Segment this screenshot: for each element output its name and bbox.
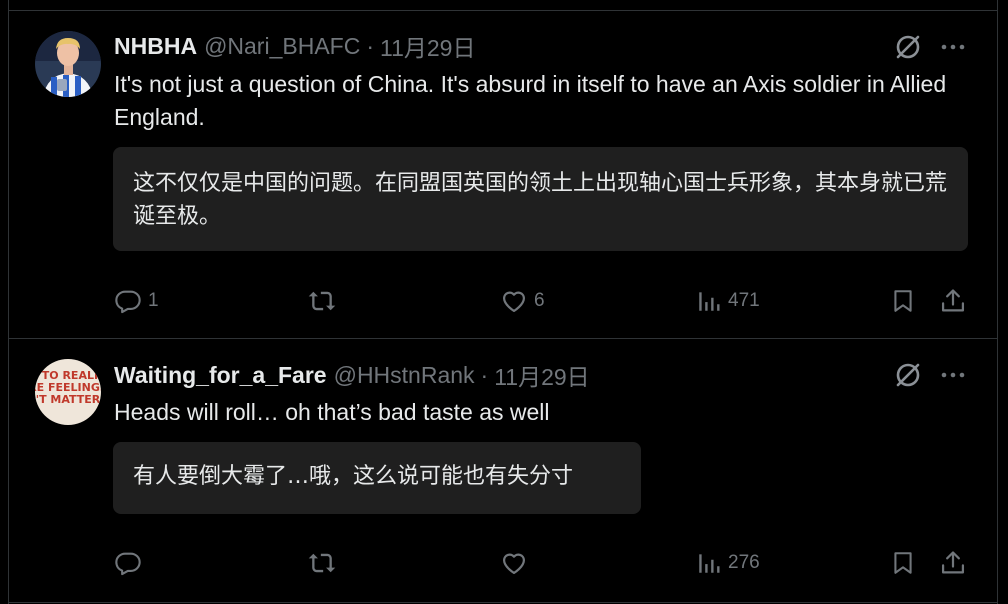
views-count: 276 — [728, 552, 760, 573]
tweet[interactable]: NHBHA @Nari_BHAFC · 11月29日 It's not just… — [9, 11, 997, 338]
heart-icon — [502, 553, 526, 575]
avatar[interactable] — [35, 31, 101, 97]
like-button[interactable] — [500, 546, 534, 580]
translation-text: 有人要倒大霉了…哦，这么说可能也有失分寸 — [133, 464, 574, 489]
views-icon — [699, 554, 720, 573]
retweet-button[interactable] — [307, 284, 343, 318]
translate-toggle-button[interactable] — [891, 30, 925, 64]
views-count: 471 — [728, 290, 760, 311]
more-options-button[interactable] — [936, 358, 970, 392]
share-button[interactable] — [936, 284, 970, 318]
share-button[interactable] — [936, 546, 970, 580]
views-button[interactable]: 276 — [696, 546, 760, 580]
reply-icon — [115, 290, 141, 314]
translation-box: 这不仅仅是中国的问题。在同盟国英国的领土上出现轴心国士兵形象，其本身就已荒诞至极… — [113, 147, 968, 251]
tweet-text: It's not just a question of China. It's … — [114, 71, 947, 130]
author-handle[interactable]: @Nari_BHAFC — [204, 33, 360, 60]
reply-button[interactable]: 1 — [114, 284, 159, 318]
avatar[interactable]: E TO REALIT RE FEELINGS 'T MATTER — [35, 359, 101, 425]
translation-text: 这不仅仅是中国的问题。在同盟国英国的领土上出现轴心国士兵形象，其本身就已荒诞至极… — [133, 171, 948, 229]
retweet-icon — [308, 553, 336, 573]
author-name[interactable]: Waiting_for_a_Fare — [114, 362, 327, 389]
separator-dot: · — [366, 32, 374, 59]
timeline-right-border — [997, 0, 998, 604]
more-icon — [941, 44, 965, 50]
avatar-text-sign-icon: E TO REALIT RE FEELINGS 'T MATTER — [35, 359, 101, 425]
translate-slash-icon — [896, 35, 920, 59]
tweet-date[interactable]: 11月29日 — [494, 358, 589, 392]
translate-slash-icon — [896, 363, 920, 387]
like-count: 6 — [534, 290, 545, 311]
more-options-button[interactable] — [936, 30, 970, 64]
tweet-header: NHBHA @Nari_BHAFC · 11月29日 — [114, 29, 475, 63]
more-icon — [941, 372, 965, 378]
share-icon — [941, 289, 965, 312]
like-button[interactable]: 6 — [500, 284, 545, 318]
tweet-header: Waiting_for_a_Fare @HHstnRank · 11月29日 — [114, 358, 590, 392]
views-icon — [699, 292, 720, 311]
retweet-button[interactable] — [307, 546, 343, 580]
reply-icon — [115, 552, 141, 576]
views-button[interactable]: 471 — [696, 284, 760, 318]
reply-button[interactable] — [114, 546, 148, 580]
bookmark-icon — [894, 290, 912, 312]
reply-count: 1 — [148, 290, 159, 311]
author-name[interactable]: NHBHA — [114, 33, 197, 60]
tweet-text: Heads will roll… oh that’s bad taste as … — [114, 399, 550, 425]
translation-box: 有人要倒大霉了…哦，这么说可能也有失分寸 — [113, 442, 641, 514]
sign-line-3: 'T MATTER — [36, 393, 101, 406]
avatar-football-player-icon — [35, 31, 101, 97]
bookmark-icon — [894, 552, 912, 574]
translate-toggle-button[interactable] — [891, 358, 925, 392]
heart-icon — [502, 291, 526, 313]
tweet[interactable]: E TO REALIT RE FEELINGS 'T MATTER Waitin… — [9, 339, 997, 604]
retweet-icon — [308, 291, 336, 311]
author-handle[interactable]: @HHstnRank — [334, 362, 475, 389]
bookmark-button[interactable] — [886, 284, 920, 318]
bookmark-button[interactable] — [886, 546, 920, 580]
bottom-separator — [8, 602, 998, 603]
separator-dot: · — [480, 361, 489, 388]
tweet-date[interactable]: 11月29日 — [380, 29, 475, 63]
share-icon — [941, 551, 965, 574]
